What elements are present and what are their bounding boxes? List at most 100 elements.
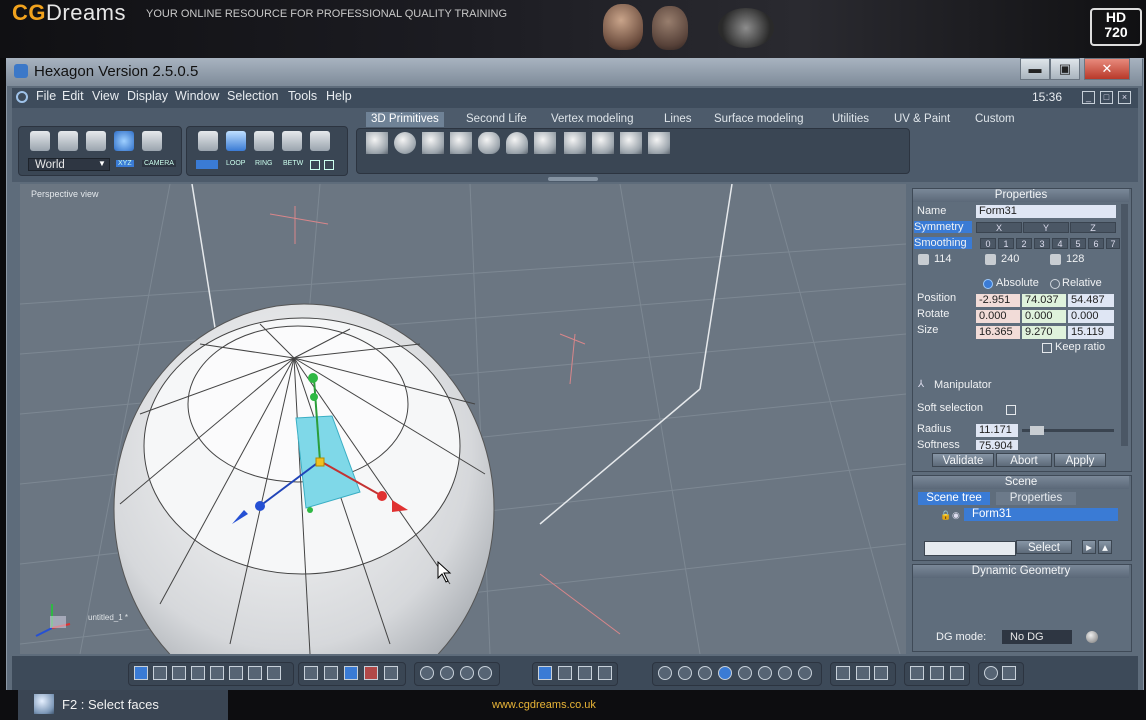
size-z-field[interactable]: 15.119 <box>1068 326 1114 339</box>
shrink-selection-icon[interactable] <box>324 160 334 170</box>
symmetry-z-toggle[interactable]: Z <box>1070 222 1116 233</box>
position-x-field[interactable]: -2.951 <box>976 294 1020 307</box>
table-view-icon[interactable] <box>384 666 398 680</box>
smoothing-level-5[interactable]: 5 <box>1070 238 1086 249</box>
layout-8-icon[interactable] <box>267 666 281 680</box>
doc-close-icon[interactable]: × <box>1118 91 1131 104</box>
smooth-shading-icon[interactable] <box>718 666 732 680</box>
zoom-selection-icon[interactable] <box>440 666 454 680</box>
auto-select-icon[interactable] <box>310 131 330 151</box>
keep-ratio-checkbox[interactable] <box>1042 343 1052 353</box>
soft-selection-checkbox[interactable] <box>1006 405 1016 415</box>
octahedron-primitive-icon[interactable] <box>592 132 614 154</box>
sphere-primitive-icon[interactable] <box>394 132 416 154</box>
scene-expand-icon[interactable]: ▸ <box>1082 540 1096 554</box>
viewport-canvas[interactable] <box>20 184 906 654</box>
position-y-field[interactable]: 74.037 <box>1022 294 1066 307</box>
render-icon[interactable] <box>984 666 998 680</box>
visibility-icon[interactable]: ◉ <box>952 510 962 520</box>
tab-custom[interactable]: Custom <box>970 112 1020 127</box>
geosphere-primitive-icon[interactable] <box>620 132 642 154</box>
manipulator-label[interactable]: Manipulator <box>934 379 991 391</box>
loop-button[interactable]: LOOP <box>226 160 245 167</box>
pyramid-primitive-icon[interactable] <box>534 132 556 154</box>
heat-grid-icon[interactable] <box>364 666 378 680</box>
softness-field[interactable]: 75.904 <box>976 440 1018 450</box>
tab-scene-tree[interactable]: Scene tree <box>918 492 990 505</box>
chevron-down-icon[interactable]: ▼ <box>98 159 106 168</box>
manipulator-y-scale[interactable] <box>310 393 318 401</box>
validate-button[interactable]: Validate <box>932 453 994 467</box>
point-select-icon[interactable] <box>282 131 302 151</box>
rotate-camera-icon[interactable] <box>578 666 592 680</box>
layout-6-icon[interactable] <box>229 666 243 680</box>
layout-single-icon[interactable] <box>134 666 148 680</box>
tab-vertex-modeling[interactable]: Vertex modeling <box>546 112 638 127</box>
perspective-viewport[interactable] <box>20 184 906 654</box>
doc-restore-icon[interactable]: □ <box>1100 91 1113 104</box>
grid-view-icon[interactable] <box>344 666 358 680</box>
wireframe-shading-icon[interactable] <box>658 666 672 680</box>
symmetry-y-toggle[interactable]: Y <box>1023 222 1069 233</box>
flat-shading-icon[interactable] <box>698 666 712 680</box>
material-shading-icon[interactable] <box>758 666 772 680</box>
properties-scrollbar[interactable] <box>1121 204 1128 446</box>
menu-display[interactable]: Display <box>127 89 168 103</box>
plane-primitive-icon[interactable] <box>422 132 444 154</box>
grow-selection-icon[interactable] <box>310 160 320 170</box>
rotate-y-field[interactable]: 0.000 <box>1022 310 1066 323</box>
menu-tools[interactable]: Tools <box>288 89 317 103</box>
smoothing-level-2[interactable]: 2 <box>1016 238 1032 249</box>
doc-minimize-icon[interactable]: _ <box>1082 91 1095 104</box>
tab-utilities[interactable]: Utilities <box>827 112 874 127</box>
tab-3d-primitives[interactable]: 3D Primitives <box>366 112 444 127</box>
relative-radio[interactable] <box>1050 279 1060 289</box>
manipulator-plane-handle[interactable] <box>307 507 313 513</box>
name-field[interactable]: Form31 <box>976 205 1116 218</box>
smoothing-level-0[interactable]: 0 <box>980 238 996 249</box>
app-menu-icon[interactable] <box>16 91 28 103</box>
lasso-tool-icon[interactable] <box>58 131 78 151</box>
tab-surface-modeling[interactable]: Surface modeling <box>709 112 809 127</box>
scene-tree-item[interactable]: Form31 <box>964 508 1118 521</box>
absolute-radio[interactable] <box>983 279 993 289</box>
grid-toggle-icon[interactable] <box>304 666 318 680</box>
apply-button[interactable]: Apply <box>1054 453 1106 467</box>
layout-quad-icon[interactable] <box>153 666 167 680</box>
tab-lines[interactable]: Lines <box>659 112 697 127</box>
menu-file[interactable]: File <box>36 89 56 103</box>
xray-icon[interactable] <box>856 666 870 680</box>
tab-second-life[interactable]: Second Life <box>461 112 532 127</box>
ring-button[interactable]: RING <box>255 160 273 167</box>
show-objects-icon[interactable] <box>910 666 924 680</box>
scene-collapse-icon[interactable]: ▴ <box>1098 540 1112 554</box>
camera-toggle[interactable]: CAMERA <box>142 160 176 167</box>
layout-7-icon[interactable] <box>248 666 262 680</box>
hammer-primitive-icon[interactable] <box>648 132 670 154</box>
rotate-x-field[interactable]: 0.000 <box>976 310 1020 323</box>
tab-scene-properties[interactable]: Properties <box>996 492 1076 505</box>
hidden-line-shading-icon[interactable] <box>678 666 692 680</box>
layout-3-icon[interactable] <box>172 666 186 680</box>
menu-help[interactable]: Help <box>326 89 352 103</box>
maximize-button[interactable]: ▣ <box>1050 58 1080 80</box>
manipulator-x-handle[interactable] <box>377 491 387 501</box>
close-button[interactable]: ✕ <box>1084 58 1130 80</box>
ambient-occlusion-icon[interactable] <box>778 666 792 680</box>
dg-mode-select[interactable]: No DG <box>1002 630 1072 644</box>
menu-window[interactable]: Window <box>175 89 219 103</box>
cylinder-primitive-icon[interactable] <box>478 132 500 154</box>
minimize-button[interactable]: ▬ <box>1020 58 1050 80</box>
edge-select-icon[interactable] <box>254 131 274 151</box>
manipulator-y-handle[interactable] <box>308 373 318 383</box>
menu-edit[interactable]: Edit <box>62 89 84 103</box>
universal-manipulator-icon[interactable] <box>114 131 134 151</box>
textured-shading-icon[interactable] <box>738 666 752 680</box>
camera-snapshot-icon[interactable] <box>1002 666 1016 680</box>
smoothing-level-3[interactable]: 3 <box>1034 238 1050 249</box>
diamond-primitive-icon[interactable] <box>564 132 586 154</box>
toolbar-splitter-handle[interactable] <box>548 177 598 181</box>
radius-slider-thumb[interactable] <box>1030 426 1044 435</box>
manipulator-z-handle[interactable] <box>255 501 265 511</box>
size-x-field[interactable]: 16.365 <box>976 326 1020 339</box>
